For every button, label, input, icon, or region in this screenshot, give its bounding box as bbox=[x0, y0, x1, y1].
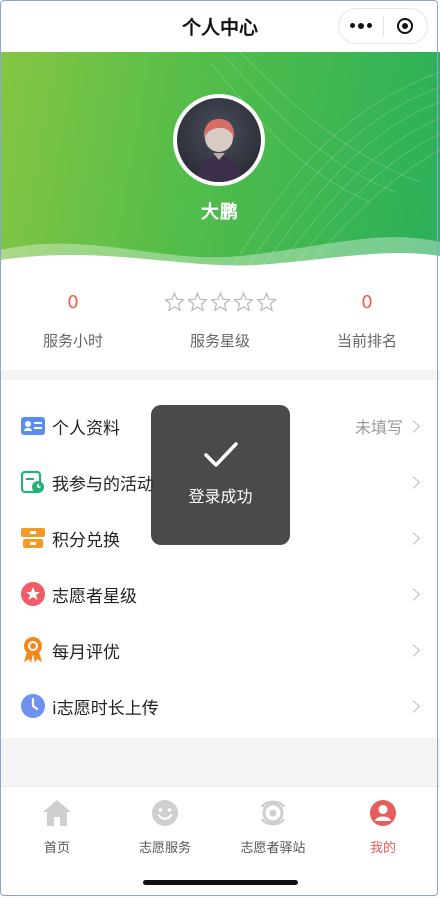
star-icon bbox=[232, 292, 254, 312]
smile-icon bbox=[110, 797, 220, 829]
user-icon bbox=[328, 797, 438, 829]
tab-label: 我的 bbox=[369, 841, 396, 856]
menu-item-label: 积分兑换 bbox=[52, 530, 120, 551]
menu-item-label: 个人资料 bbox=[52, 418, 120, 439]
service-hours-value: 0 bbox=[67, 292, 79, 313]
star-badge-icon bbox=[20, 581, 46, 607]
chevron-right-icon bbox=[407, 475, 420, 489]
tab-me[interactable]: 我的 bbox=[328, 797, 438, 856]
user-name: 大鹏 bbox=[201, 202, 239, 223]
service-hours-label: 服务小时 bbox=[42, 332, 103, 350]
page-title: 个人中心 bbox=[181, 16, 258, 39]
points-exchange-icon bbox=[20, 525, 46, 551]
menu-item-monthly-award[interactable]: 每月评优 bbox=[0, 622, 440, 678]
home-icon bbox=[2, 797, 112, 829]
star-icon bbox=[209, 292, 231, 312]
toast-message: 登录成功 bbox=[188, 487, 253, 506]
current-rank-label: 当前排名 bbox=[336, 332, 397, 350]
menu-item-label: 每月评优 bbox=[52, 642, 120, 663]
star-icon bbox=[186, 292, 208, 312]
chevron-right-icon bbox=[407, 699, 420, 713]
tab-label: 首页 bbox=[43, 841, 70, 856]
success-toast: 登录成功 bbox=[151, 405, 290, 545]
avatar[interactable] bbox=[173, 94, 265, 186]
profile-card-icon bbox=[20, 413, 46, 439]
more-button[interactable] bbox=[339, 9, 383, 43]
home-indicator bbox=[143, 880, 298, 885]
tab-label: 志愿服务 bbox=[138, 841, 191, 856]
tab-volunteer-service[interactable]: 志愿服务 bbox=[110, 797, 220, 856]
star-icon bbox=[255, 292, 277, 312]
chevron-right-icon bbox=[407, 587, 420, 601]
target-icon bbox=[397, 18, 414, 34]
checkmark-icon bbox=[203, 442, 238, 467]
current-rank-value: 0 bbox=[361, 292, 373, 313]
star-icon bbox=[163, 292, 185, 312]
tab-volunteer-station[interactable]: 志愿者驿站 bbox=[218, 797, 328, 856]
tab-home[interactable]: 首页 bbox=[2, 797, 112, 856]
menu-item-label: 我参与的活动 bbox=[52, 474, 154, 495]
stats-panel: 0 服务小时 服务星级 0 当前排名 bbox=[0, 270, 440, 370]
close-button[interactable] bbox=[384, 9, 428, 43]
activity-calendar-icon bbox=[20, 469, 46, 495]
mini-program-capsule bbox=[338, 8, 428, 44]
service-rating-label: 服务星级 bbox=[189, 332, 250, 350]
clock-icon bbox=[20, 693, 46, 719]
menu-item-hours-upload[interactable]: i志愿时长上传 bbox=[0, 678, 440, 734]
menu-item-label: i志愿时长上传 bbox=[52, 698, 159, 719]
chevron-right-icon bbox=[407, 643, 420, 657]
station-icon bbox=[218, 797, 328, 829]
profile-hero: 大鹏 bbox=[0, 52, 440, 270]
user-avatar-icon bbox=[197, 118, 241, 182]
title-bar: 个人中心 bbox=[0, 0, 440, 52]
chevron-right-icon bbox=[407, 419, 420, 433]
more-dots-icon bbox=[349, 23, 372, 29]
tab-label: 志愿者驿站 bbox=[240, 841, 306, 856]
profile-status: 未填写 bbox=[355, 414, 420, 438]
menu-item-volunteer-rating[interactable]: 志愿者星级 bbox=[0, 566, 440, 622]
star-rating bbox=[147, 292, 293, 312]
award-medal-icon bbox=[20, 637, 46, 663]
menu-item-label: 志愿者星级 bbox=[52, 586, 137, 607]
chevron-right-icon bbox=[407, 531, 420, 545]
